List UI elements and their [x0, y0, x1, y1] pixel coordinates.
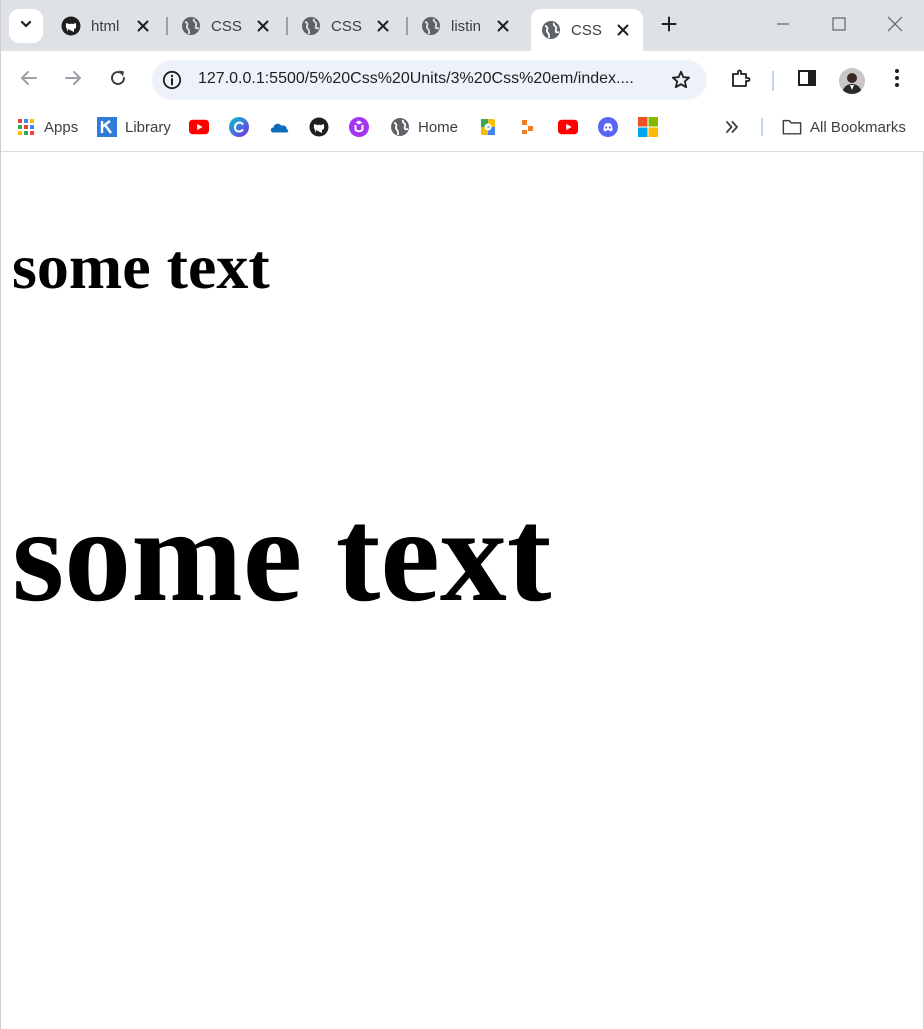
bookmark-apps[interactable]: Apps	[16, 117, 78, 137]
close-icon[interactable]	[615, 22, 631, 38]
heading-large: some text	[12, 481, 552, 629]
chevrons-right-icon	[722, 117, 742, 137]
tab-2[interactable]: CSS	[171, 8, 283, 44]
toolbar: 127.0.0.1:5500/5%20Css%20Units/3%20Css%2…	[1, 51, 924, 109]
tab-1[interactable]: html	[51, 8, 163, 44]
microsoft-icon	[638, 117, 658, 137]
window-close-button[interactable]	[881, 12, 909, 40]
tab-title: CSS	[571, 21, 602, 39]
maximize-icon	[832, 16, 846, 36]
reload-button[interactable]	[104, 66, 132, 94]
bookmark-youtube-2[interactable]	[558, 117, 578, 137]
apps-grid-icon	[16, 117, 36, 137]
tab-3[interactable]: CSS	[291, 8, 403, 44]
browser-window: html CSS CSS listin CSS 127.0.0.1:5500/5…	[0, 0, 924, 1029]
tab-separator	[166, 17, 168, 35]
new-tab-button[interactable]	[656, 13, 682, 39]
tab-separator	[286, 17, 288, 35]
bookmark-canva[interactable]	[229, 117, 249, 137]
tab-title: CSS	[211, 17, 242, 35]
tab-4[interactable]: listin	[411, 8, 523, 44]
star-icon[interactable]	[671, 70, 691, 90]
bookmark-microsoft[interactable]	[638, 117, 658, 137]
side-panel-button[interactable]	[793, 66, 821, 94]
tab-strip: html CSS CSS listin CSS	[1, 0, 924, 51]
globe-icon	[390, 117, 410, 137]
cloud-icon	[269, 117, 289, 137]
bookmark-google-app[interactable]	[478, 117, 498, 137]
plus-icon	[661, 16, 677, 37]
heading-small: some text	[12, 231, 270, 302]
address-bar[interactable]: 127.0.0.1:5500/5%20Css%20Units/3%20Css%2…	[152, 60, 707, 100]
canva-icon	[229, 117, 249, 137]
bookmark-all-bookmarks[interactable]: All Bookmarks	[782, 117, 906, 137]
close-icon	[887, 16, 903, 37]
toolbar-divider	[772, 71, 774, 91]
chevron-down-icon	[19, 17, 33, 36]
bookmark-discord[interactable]	[598, 117, 618, 137]
udemy-icon	[349, 117, 369, 137]
arrow-right-icon	[63, 68, 83, 93]
arrow-left-icon	[19, 68, 39, 93]
bookmark-youtube-1[interactable]	[189, 117, 209, 137]
close-icon[interactable]	[255, 18, 271, 34]
bookmarks-divider	[761, 118, 763, 136]
menu-button[interactable]	[883, 66, 911, 94]
minimize-icon	[776, 17, 790, 36]
bookmark-onedrive[interactable]	[269, 117, 289, 137]
close-icon[interactable]	[135, 18, 151, 34]
globe-icon	[541, 20, 561, 40]
bookmark-home[interactable]: Home	[390, 117, 458, 137]
bookmarks-overflow-button[interactable]	[722, 117, 742, 137]
info-icon[interactable]	[162, 70, 182, 90]
tab-5-active[interactable]: CSS	[531, 9, 643, 51]
bookmark-label: Library	[125, 118, 171, 136]
close-icon[interactable]	[375, 18, 391, 34]
bookmark-udemy[interactable]	[349, 117, 369, 137]
bookmark-github[interactable]	[309, 117, 329, 137]
orange-blocks-icon	[518, 117, 538, 137]
library-icon	[97, 117, 117, 137]
bookmark-library[interactable]: Library	[97, 117, 171, 137]
globe-icon	[301, 16, 321, 36]
bookmark-label: All Bookmarks	[810, 118, 906, 136]
forward-button[interactable]	[59, 66, 87, 94]
tab-title: listin	[451, 17, 482, 35]
extensions-button[interactable]	[727, 66, 755, 94]
google-app-icon	[478, 117, 498, 137]
url-text[interactable]: 127.0.0.1:5500/5%20Css%20Units/3%20Css%2…	[198, 70, 658, 88]
globe-icon	[421, 16, 441, 36]
tab-separator	[406, 17, 408, 35]
page-viewport: some text some text	[1, 153, 923, 1029]
avatar[interactable]	[839, 68, 865, 94]
minimize-button[interactable]	[769, 12, 797, 40]
tab-title: CSS	[331, 17, 362, 35]
side-panel-icon	[797, 68, 817, 93]
youtube-icon	[189, 117, 209, 137]
puzzle-icon	[730, 67, 752, 94]
globe-icon	[181, 16, 201, 36]
tab-title: html	[91, 17, 120, 35]
youtube-icon	[558, 117, 578, 137]
more-vert-icon	[894, 68, 900, 93]
bookmarks-bar: Apps Library Home All Bookmarks	[1, 109, 924, 152]
github-icon	[309, 117, 329, 137]
bookmark-label: Home	[418, 118, 459, 136]
close-icon[interactable]	[495, 18, 511, 34]
github-icon	[61, 16, 81, 36]
bookmark-label: Apps	[44, 118, 79, 136]
back-button[interactable]	[15, 66, 43, 94]
bookmark-tool[interactable]	[518, 117, 538, 137]
tab-search-button[interactable]	[9, 9, 43, 43]
folder-icon	[782, 117, 802, 137]
reload-icon	[108, 68, 128, 93]
discord-icon	[598, 117, 618, 137]
maximize-button[interactable]	[825, 12, 853, 40]
